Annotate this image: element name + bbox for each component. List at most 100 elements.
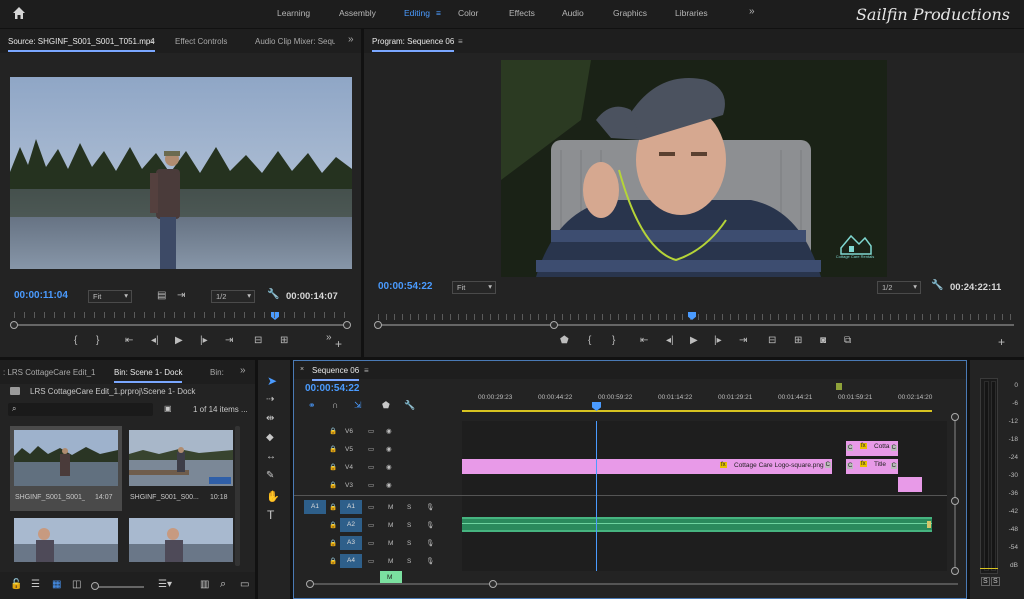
program-mark-in-icon[interactable]: { [588, 335, 591, 346]
track-label[interactable]: V3 [345, 482, 353, 489]
timeline-playhead-line[interactable] [596, 421, 597, 571]
solo-left-button[interactable]: S [981, 577, 990, 586]
source-timecode[interactable]: 00:00:11:04 [14, 290, 68, 301]
eye-icon[interactable]: ◉ [386, 463, 392, 471]
workspace-graphics[interactable]: Graphics [613, 8, 647, 18]
program-resolution-select[interactable]: 1/2 [877, 281, 921, 294]
workspace-effects[interactable]: Effects [509, 8, 535, 18]
track-area[interactable]: fx Cottage Care Logo-square.png C C fx C… [462, 421, 947, 571]
new-bin-icon[interactable]: ▭ [240, 579, 249, 590]
linked-selection-icon[interactable]: ⇲ [354, 400, 362, 411]
mic-icon[interactable]: 🎙 [426, 503, 434, 511]
program-tab-menu-icon[interactable]: ≡ [458, 37, 463, 46]
bin-thumb-2[interactable] [129, 430, 233, 486]
bin-thumb-4[interactable] [129, 518, 233, 562]
sync-lock-icon[interactable]: ▭ [368, 427, 374, 435]
track-label[interactable]: V5 [345, 446, 353, 453]
track-label[interactable]: A1 [340, 500, 362, 514]
source-more-buttons[interactable]: » [326, 332, 332, 343]
program-step-back-icon[interactable]: ◂| [666, 335, 674, 346]
sync-lock-icon[interactable]: ▭ [368, 539, 374, 547]
workspace-libraries[interactable]: Libraries [675, 8, 708, 18]
track-label[interactable]: A3 [340, 536, 362, 550]
track-lock-icon[interactable]: 🔒 [329, 445, 337, 453]
eye-icon[interactable]: ◉ [386, 445, 392, 453]
timeline-h-scrollbar[interactable] [308, 583, 958, 585]
sync-lock-icon[interactable]: ▭ [368, 503, 374, 511]
go-to-in-icon[interactable]: ⇤ [125, 335, 133, 346]
solo-button[interactable]: S [407, 540, 411, 547]
insert-icon[interactable]: ⊟ [254, 335, 262, 346]
source-zoom-handle-left[interactable] [10, 321, 18, 329]
clip-v3[interactable] [898, 477, 922, 492]
tab-program[interactable]: Program: Sequence 06 [372, 37, 455, 52]
program-fit-select[interactable]: Fit [452, 281, 496, 294]
sync-lock-icon[interactable]: ▭ [368, 481, 374, 489]
source-fit-select[interactable]: Fit [88, 290, 132, 303]
track-lock-icon[interactable]: 🔒 [329, 463, 337, 471]
track-lock-icon[interactable]: 🔒 [329, 503, 337, 511]
clip-cotta[interactable]: C fx Cotta C [846, 441, 898, 456]
tab-sequence[interactable]: Sequence 06 [312, 366, 360, 381]
timeline-v-handle-audio[interactable] [951, 567, 959, 575]
mic-icon[interactable]: 🎙 [426, 557, 434, 565]
tab-bin-other[interactable]: Bin: [210, 368, 224, 377]
source-wrench-icon[interactable]: 🔧 [267, 289, 279, 300]
add-marker-icon[interactable]: ⬟ [560, 335, 569, 346]
source-scrub-bar[interactable] [14, 324, 348, 326]
work-area-bar[interactable] [462, 410, 932, 412]
mic-icon[interactable]: 🎙 [426, 539, 434, 547]
sync-lock-icon[interactable]: ▭ [368, 463, 374, 471]
mute-button[interactable]: M [388, 540, 393, 547]
step-forward-icon[interactable]: |▸ [200, 335, 208, 346]
timeline-h-handle-left[interactable] [306, 580, 314, 588]
source-resolution-select[interactable]: 1/2 [211, 290, 255, 303]
workspace-assembly[interactable]: Assembly [339, 8, 376, 18]
export-frame-icon[interactable]: ◙ [820, 335, 826, 346]
tab-source[interactable]: Source: SHGINF_S001_S001_T051.mp4 [8, 37, 155, 52]
comparison-view-icon[interactable]: ⧉ [844, 335, 851, 346]
mute-button[interactable]: M [387, 574, 392, 581]
slip-tool-icon[interactable]: ↔ [266, 451, 276, 462]
track-label[interactable]: A2 [340, 518, 362, 532]
track-label[interactable]: A4 [340, 554, 362, 568]
sync-lock-icon[interactable]: ▭ [368, 521, 374, 529]
track-lock-icon[interactable]: 🔒 [329, 427, 337, 435]
mark-in-icon[interactable]: { [74, 335, 77, 346]
mute-button[interactable]: M [388, 522, 393, 529]
workspace-audio[interactable]: Audio [562, 8, 584, 18]
icon-view-icon[interactable]: ▦ [52, 579, 61, 590]
clip-cottage-logo[interactable]: fx Cottage Care Logo-square.png C [462, 459, 832, 474]
project-more-button[interactable]: » [240, 365, 246, 376]
program-zoom-handle-right[interactable] [550, 321, 558, 329]
program-timecode[interactable]: 00:00:54:22 [378, 281, 432, 292]
zoom-slider[interactable] [94, 586, 144, 588]
list-view-icon[interactable]: ☰ [31, 579, 40, 590]
mark-out-icon[interactable]: } [96, 335, 99, 346]
tab-project[interactable]: : LRS CottageCare Edit_1 [3, 368, 96, 377]
program-add-button-icon[interactable]: + [998, 335, 1005, 349]
timeline-v-scrollbar[interactable] [954, 416, 956, 574]
track-lock-icon[interactable]: 🔒 [329, 521, 337, 529]
bin-search-input[interactable]: ⌕ [8, 403, 153, 416]
program-scrub-bar[interactable] [378, 324, 1014, 326]
program-step-forward-icon[interactable]: |▸ [714, 335, 722, 346]
bin-thumb-3[interactable] [14, 518, 118, 562]
sort-icon[interactable]: ☰▾ [158, 579, 172, 590]
source-insert-icon[interactable]: ⇥ [177, 290, 185, 301]
play-icon[interactable]: ▶ [175, 335, 183, 346]
program-mark-out-icon[interactable]: } [612, 335, 615, 346]
program-wrench-icon[interactable]: 🔧 [931, 280, 943, 291]
timeline-timecode[interactable]: 00:00:54:22 [305, 383, 359, 394]
timeline-marker[interactable] [836, 383, 842, 390]
add-marker-timeline-icon[interactable]: ⬟ [382, 400, 390, 411]
bin-scrollbar[interactable] [235, 426, 240, 566]
source-tab-menu-icon[interactable]: ≡ [150, 37, 155, 46]
timeline-h-handle-right[interactable] [489, 580, 497, 588]
solo-right-button[interactable]: S [991, 577, 1000, 586]
mute-button[interactable]: M [388, 558, 393, 565]
timeline-tab-menu-icon[interactable]: ≡ [364, 366, 369, 375]
source-add-button-icon[interactable]: + [335, 337, 342, 351]
hand-tool-icon[interactable]: ✋ [266, 490, 280, 503]
program-play-icon[interactable]: ▶ [690, 335, 698, 346]
